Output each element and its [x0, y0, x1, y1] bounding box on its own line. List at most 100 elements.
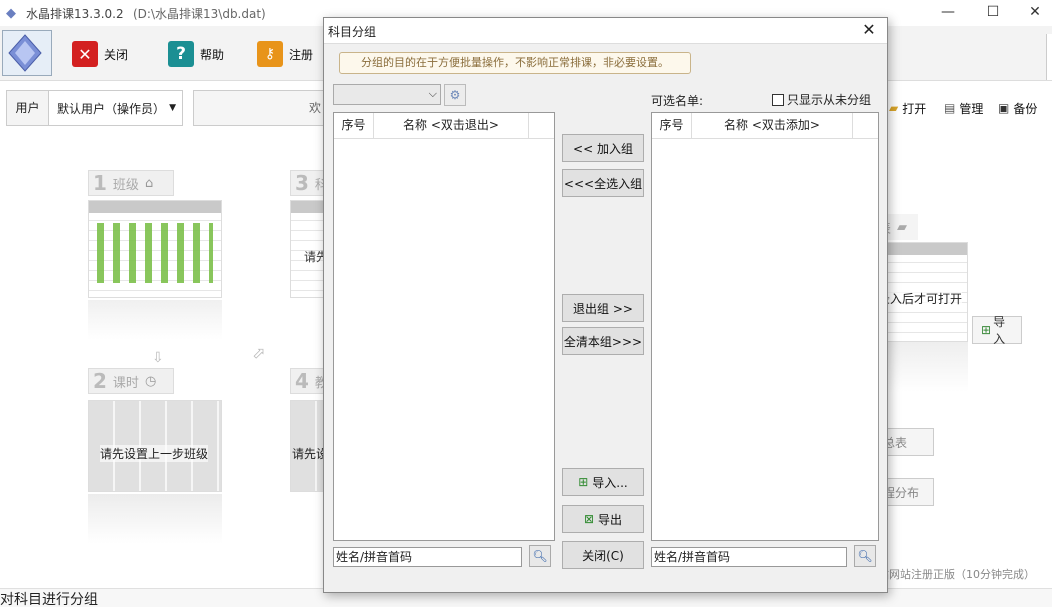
window-close-button[interactable]: ✕ — [1012, 0, 1052, 26]
help-button-label: 帮助 — [200, 47, 225, 62]
step2-number: 2 — [93, 369, 107, 393]
folder-icon: ▰ — [889, 101, 899, 115]
step1-reflection — [88, 300, 222, 340]
register-button[interactable]: ⚷ 注册 — [257, 39, 313, 69]
close-x-icon: ✕ — [72, 41, 98, 67]
app-title: 水晶排课13.3.0.2 — [26, 7, 124, 21]
key-icon: ⚷ — [257, 41, 283, 67]
step1-number: 1 — [93, 171, 107, 195]
search-icon: 🔍︎ — [857, 549, 873, 563]
right-search-button[interactable]: 🔍︎ — [854, 545, 876, 567]
excel-export-icon: ⊠ — [583, 512, 595, 526]
clear-group-label: 全清本组>>> — [563, 334, 643, 349]
available-list-header: 序号 名称 <双击添加> — [652, 113, 878, 139]
db-path: (D:\水晶排课13\db.dat) — [133, 7, 266, 21]
excel-import-icon: ⊞ — [578, 475, 589, 489]
step3-number: 3 — [295, 171, 309, 195]
col-name-header[interactable]: 名称 <双击退出> — [374, 113, 529, 138]
col-index-header[interactable]: 序号 — [652, 113, 692, 138]
house-icon: ⌂ — [144, 175, 154, 191]
minimize-button[interactable]: — — [925, 0, 971, 26]
available-list[interactable]: 序号 名称 <双击添加> — [651, 112, 879, 541]
toolbar-edge — [1046, 34, 1052, 80]
dialog-titlebar: 科目分组 ✕ — [324, 18, 887, 44]
step1-thumbnail[interactable] — [88, 200, 222, 298]
right-search-input[interactable]: 姓名/拼音首码 — [651, 547, 847, 567]
bg-import-label: 导入 — [993, 315, 1006, 346]
user-label: 用户 — [7, 91, 49, 125]
step4-header[interactable]: 4 教 — [290, 368, 328, 394]
left-search-input[interactable]: 姓名/拼音首码 — [333, 547, 522, 567]
welcome-banner: 欢 — [193, 90, 333, 126]
checkbox-box[interactable] — [772, 93, 784, 106]
backup-label: 备份 — [1013, 101, 1038, 116]
step4-number: 4 — [295, 369, 309, 393]
add-to-group-button[interactable]: << 加入组 — [562, 134, 644, 162]
dialog-close-button[interactable]: 关闭(C) — [562, 541, 644, 569]
save-icon: ▣ — [998, 101, 1010, 115]
course-distribution-label: 程分布 — [883, 485, 920, 500]
gear-icon: ⚙ — [449, 88, 461, 102]
manage-label: 管理 — [959, 101, 984, 116]
left-search-button[interactable]: 🔍︎ — [529, 545, 551, 567]
only-ungrouped-checkbox[interactable]: 只显示从未分组 — [772, 91, 871, 108]
close-button[interactable]: ✕ 关闭 — [72, 39, 128, 69]
dialog-title: 科目分组 — [328, 25, 377, 39]
step3-header[interactable]: 3 科 — [290, 170, 328, 196]
import-button[interactable]: ⊞ 导入... — [562, 468, 644, 496]
maximize-button[interactable]: ☐ — [970, 0, 1016, 26]
app-logo-icon: ◆ — [6, 6, 16, 21]
export-button[interactable]: ⊠ 导出 — [562, 505, 644, 533]
register-button-label: 注册 — [289, 47, 314, 62]
step2-reflection — [88, 494, 222, 544]
group-select[interactable]: ⌵ — [333, 84, 441, 105]
register-footer-link[interactable]: 站网站注册正版（10分钟完成） — [878, 566, 1035, 582]
col-name-header[interactable]: 名称 <双击添加> — [692, 113, 853, 138]
step2-hint: 请先设置上一步班级 — [100, 445, 209, 462]
user-value: 默认用户（操作员） — [57, 101, 166, 116]
right-reflection — [874, 342, 968, 392]
open-button[interactable]: ▰ 打开 — [889, 96, 926, 120]
import-icon: ⊞ — [981, 323, 992, 337]
clock-icon: ◷ — [144, 373, 157, 389]
step1-label: 班级 — [112, 177, 139, 193]
export-label: 导出 — [598, 512, 623, 527]
crystal-logo-icon[interactable] — [2, 30, 52, 76]
group-settings-button[interactable]: ⚙ — [444, 84, 466, 106]
step1-header[interactable]: 1 班级 ⌂ — [88, 170, 174, 196]
right-hint: 录入后才可打开 — [878, 290, 963, 307]
add-all-label: <<<全选入组 — [563, 176, 643, 191]
help-button[interactable]: ? 帮助 — [168, 39, 224, 69]
open-label: 打开 — [902, 101, 927, 116]
add-to-group-label: << 加入组 — [573, 141, 633, 156]
available-list-label: 可选名单: — [651, 94, 704, 108]
remove-from-group-button[interactable]: 退出组 >> — [562, 294, 644, 322]
right-search-placeholder: 姓名/拼音首码 — [654, 550, 731, 564]
group-list-header: 序号 名称 <双击退出> — [334, 113, 554, 139]
folder-open-icon: ▰ — [897, 219, 908, 235]
left-search-placeholder: 姓名/拼音首码 — [336, 550, 413, 564]
remove-label: 退出组 >> — [573, 301, 633, 316]
diagonal-arrow-icon: ⇧ — [247, 342, 271, 365]
dialog-hint: 分组的目的在于方便批量操作，不影响正常排课，非必要设置。 — [339, 52, 691, 74]
col-index-header[interactable]: 序号 — [334, 113, 374, 138]
import-label: 导入... — [592, 475, 628, 490]
close-button-label: 关闭 — [104, 47, 129, 62]
backup-button[interactable]: ▣ 备份 — [998, 96, 1037, 120]
step2-label: 课时 — [112, 375, 139, 391]
help-icon: ? — [168, 41, 194, 67]
manage-icon: ▤ — [944, 101, 956, 115]
add-all-button[interactable]: <<<全选入组 — [562, 169, 644, 197]
only-ungrouped-label: 只显示从未分组 — [787, 93, 872, 107]
manage-button[interactable]: ▤ 管理 — [944, 96, 983, 120]
step2-header[interactable]: 2 课时 ◷ — [88, 368, 174, 394]
dialog-close-icon[interactable]: ✕ — [857, 20, 881, 42]
status-text: 对科目进行分组 — [0, 592, 98, 607]
group-member-list[interactable]: 序号 名称 <双击退出> — [333, 112, 555, 541]
user-selector[interactable]: 用户 默认用户（操作员） ▼ — [6, 90, 183, 126]
chevron-down-icon: ⌵ — [428, 87, 437, 100]
clear-group-button[interactable]: 全清本组>>> — [562, 327, 644, 355]
dropdown-arrow-icon: ▼ — [169, 103, 176, 113]
bg-import-button[interactable]: ⊞ 导入 — [972, 315, 1022, 346]
dialog-close-label: 关闭(C) — [582, 548, 624, 563]
